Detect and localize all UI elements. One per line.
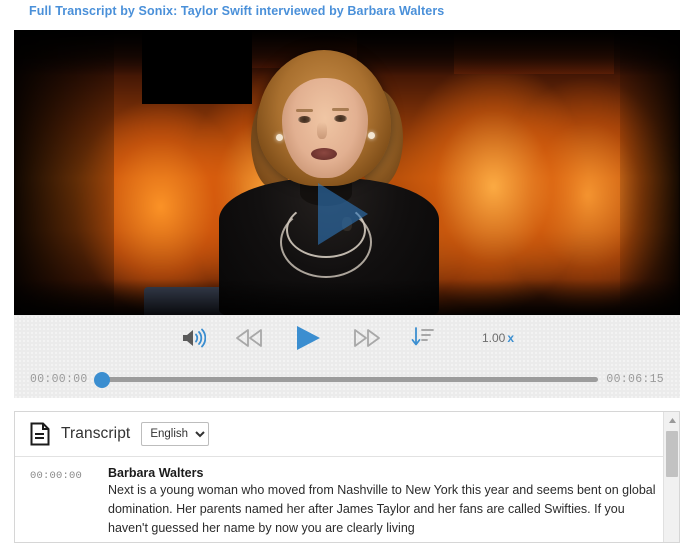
player-buttons-row: 1.00 x xyxy=(14,315,680,361)
playback-speed-label[interactable]: 1.00 x xyxy=(482,331,514,345)
earring-left xyxy=(276,134,283,141)
page-root: Full Transcript by Sonix: Taylor Swift i… xyxy=(0,0,689,543)
mouth xyxy=(311,148,337,160)
language-select[interactable]: English xyxy=(141,422,210,446)
seek-track[interactable] xyxy=(99,377,599,382)
eyebrow-right xyxy=(332,108,349,111)
earring-right xyxy=(368,132,375,139)
seek-bar[interactable] xyxy=(93,371,599,388)
eye-left xyxy=(298,116,311,123)
segment-speaker[interactable]: Barbara Walters xyxy=(108,466,661,480)
playback-speed-icon[interactable] xyxy=(410,326,436,350)
playback-speed-value: 1.00 xyxy=(481,331,506,345)
transcript-heading: Transcript xyxy=(61,425,131,442)
eyebrow-left xyxy=(296,109,313,112)
nose xyxy=(317,122,327,139)
seek-row: 00:00:00 00:06:15 xyxy=(14,361,680,398)
transcript-scrollbar[interactable] xyxy=(663,412,679,542)
transcript-title-link[interactable]: Full Transcript by Sonix: Taylor Swift i… xyxy=(29,4,444,18)
transcript-panel: Transcript English 00:00:00 Barbara Walt… xyxy=(14,411,680,543)
current-time-label: 00:00:00 xyxy=(30,373,88,386)
video-still-frame xyxy=(14,30,680,315)
seek-handle[interactable] xyxy=(93,371,110,388)
video-bg-bottom-vignette xyxy=(14,279,680,315)
transcript-header: Transcript English xyxy=(15,412,679,457)
video-player[interactable] xyxy=(14,30,680,315)
play-button[interactable] xyxy=(292,324,324,352)
player-controls-bar: 1.00 x 00:00:00 00:06:15 xyxy=(14,315,680,398)
scroll-up-arrow-icon[interactable] xyxy=(664,412,679,428)
playback-speed-unit: x xyxy=(507,331,515,345)
volume-icon[interactable] xyxy=(180,327,206,349)
segment-timestamp[interactable]: 00:00:00 xyxy=(30,466,108,538)
play-overlay-icon[interactable] xyxy=(318,183,368,245)
rewind-icon[interactable] xyxy=(234,327,264,349)
segment-content: Barbara Walters Next is a young woman wh… xyxy=(108,466,661,538)
page-title-bar: Full Transcript by Sonix: Taylor Swift i… xyxy=(0,0,689,22)
transcript-body[interactable]: 00:00:00 Barbara Walters Next is a young… xyxy=(15,457,679,542)
segment-text[interactable]: Next is a young woman who moved from Nas… xyxy=(108,481,661,538)
fast-forward-icon[interactable] xyxy=(352,327,382,349)
video-subject-person xyxy=(14,30,680,315)
eye-right xyxy=(334,115,347,122)
document-icon xyxy=(30,422,50,446)
transcript-segment[interactable]: 00:00:00 Barbara Walters Next is a young… xyxy=(15,457,679,538)
duration-label: 00:06:15 xyxy=(606,373,664,386)
scrollbar-thumb[interactable] xyxy=(666,431,678,477)
